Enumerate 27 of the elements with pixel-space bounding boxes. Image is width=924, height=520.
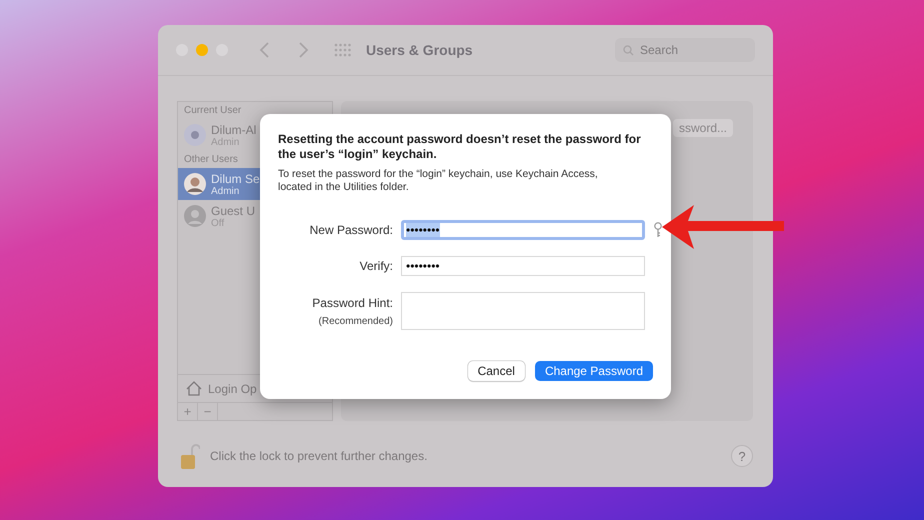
dialog-title: Resetting the account password doesn’t reset the password for the user’s “login” keychain. — [278, 132, 642, 162]
key-icon[interactable] — [653, 222, 663, 238]
field-label: Password Hint: — [312, 296, 393, 310]
cancel-button[interactable]: Cancel — [468, 361, 525, 381]
window-title: Users & Groups — [366, 42, 473, 58]
field-sublabel: (Recommended) — [318, 316, 393, 326]
add-button[interactable]: + — [178, 403, 198, 420]
section-header: Current User — [183, 104, 242, 118]
password-button[interactable]: ssword... — [672, 119, 733, 137]
grid-icon[interactable] — [334, 43, 352, 57]
field-label: New Password: — [310, 223, 393, 237]
avatar-icon — [184, 173, 206, 195]
minimize-button[interactable] — [196, 44, 208, 56]
person-avatar-icon — [184, 205, 206, 227]
house-icon — [186, 381, 202, 396]
password-field[interactable]: •••••••• — [401, 220, 645, 240]
remove-button[interactable]: − — [198, 403, 218, 420]
change-password-button[interactable]: Change Password — [534, 361, 653, 381]
unlocked-padlock-icon[interactable] — [180, 442, 200, 470]
hint-field[interactable] — [401, 292, 645, 330]
password-field[interactable]: •••••••• — [401, 256, 645, 276]
field-label: Verify: — [360, 259, 393, 273]
search-icon — [623, 44, 634, 56]
search-field[interactable]: Search — [615, 38, 755, 62]
lock-status-text: Click the lock to prevent further changes. — [210, 449, 428, 463]
section-header: Other Users — [183, 153, 239, 167]
help-button[interactable]: ? — [731, 445, 753, 467]
